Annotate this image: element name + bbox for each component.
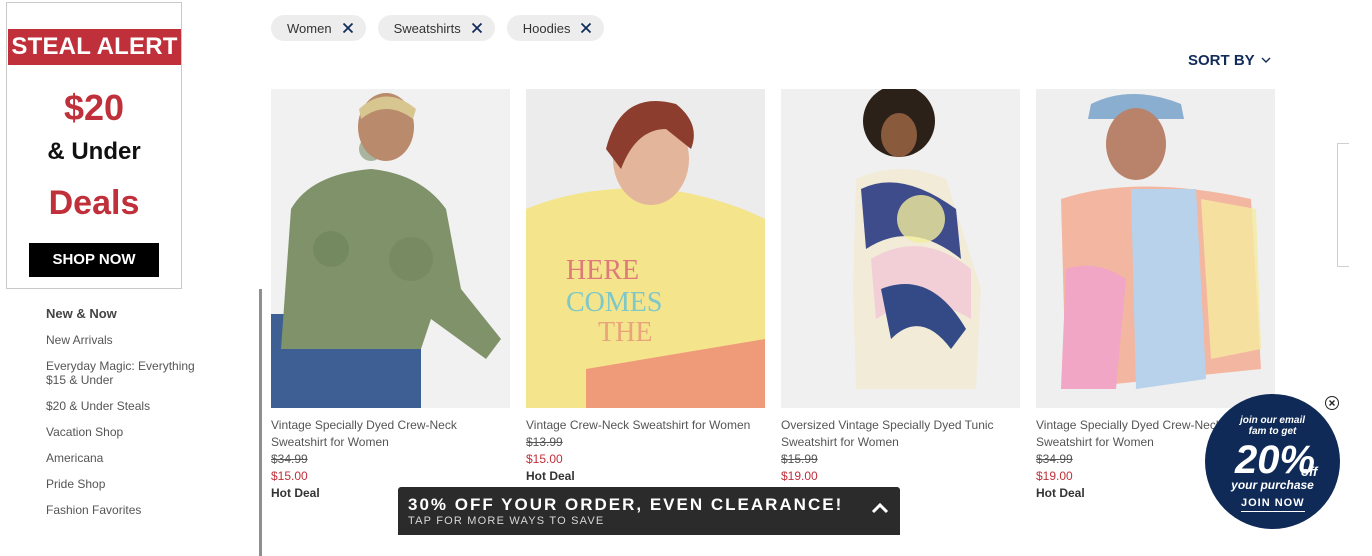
promo-under-text: & Under	[47, 138, 141, 165]
product-sale-price: $19.00	[781, 469, 818, 483]
nav-item-new-arrivals[interactable]: New Arrivals	[46, 333, 246, 347]
nav-item-pride-shop[interactable]: Pride Shop	[46, 477, 246, 491]
shop-now-button[interactable]: SHOP NOW	[29, 243, 159, 277]
product-original-price: $13.99	[526, 435, 563, 449]
product-card[interactable]: Oversized Vintage Specially Dyed Tunic S…	[781, 89, 1020, 485]
promo-deals-text: Deals	[48, 184, 140, 222]
filter-chip-label: Sweatshirts	[393, 20, 461, 36]
email-signup-line2: your purchase	[1231, 478, 1314, 492]
filter-chip-label: Hoodies	[522, 20, 571, 36]
product-sale-price: $15.00	[526, 452, 563, 466]
filter-chip-label: Women	[287, 20, 332, 36]
filter-chips: Women Sweatshirts Hoodies	[271, 15, 605, 41]
svg-text:THE: THE	[598, 317, 652, 348]
chevron-up-icon[interactable]	[870, 501, 890, 515]
side-tab[interactable]	[1337, 143, 1349, 267]
clearance-banner[interactable]: 30% OFF YOUR ORDER, EVEN CLEARANCE! TAP …	[398, 487, 900, 535]
product-original-price: $34.99	[271, 452, 308, 466]
product-sale-price: $15.00	[271, 469, 308, 483]
nav-item-americana[interactable]: Americana	[46, 451, 246, 465]
banner-title: 30% OFF YOUR ORDER, EVEN CLEARANCE!	[408, 495, 844, 514]
product-name[interactable]: Vintage Specially Dyed Crew-Neck Sweatsh…	[271, 417, 510, 451]
product-card[interactable]: Vintage Specially Dyed Crew-Neck Sweatsh…	[271, 89, 510, 502]
promo-card: STEAL ALERT $20 & Under Deals SHOP NOW	[6, 2, 182, 289]
product-image[interactable]	[1036, 89, 1275, 408]
sidebar-scrollbar[interactable]	[259, 289, 262, 556]
promo-banner: STEAL ALERT	[8, 29, 181, 65]
join-now-link[interactable]: JOIN NOW	[1241, 497, 1305, 512]
sort-by-label: SORT BY	[1188, 52, 1255, 69]
close-icon[interactable]	[342, 22, 354, 34]
email-signup-line1: join our email fam to get	[1205, 415, 1340, 437]
nav-item-vacation-shop[interactable]: Vacation Shop	[46, 425, 246, 439]
product-badge: Hot Deal	[526, 469, 575, 483]
sort-by-dropdown[interactable]: SORT BY	[1188, 52, 1271, 69]
product-name[interactable]: Oversized Vintage Specially Dyed Tunic S…	[781, 417, 1020, 451]
nav-heading[interactable]: New & Now	[46, 306, 246, 321]
product-image[interactable]: HERE COMES THE	[526, 89, 765, 408]
product-name[interactable]: Vintage Crew-Neck Sweatshirt for Women	[526, 417, 765, 434]
filter-chip-sweatshirts[interactable]: Sweatshirts	[377, 15, 495, 41]
product-image[interactable]	[781, 89, 1020, 408]
email-signup-line1b: fam to get	[1248, 426, 1297, 437]
banner-subtitle: TAP FOR MORE WAYS TO SAVE	[408, 515, 605, 527]
close-icon[interactable]	[471, 22, 483, 34]
close-icon[interactable]	[580, 22, 592, 34]
filter-chip-hoodies[interactable]: Hoodies	[506, 15, 605, 41]
product-original-price: $15.99	[781, 452, 818, 466]
product-image[interactable]	[271, 89, 510, 408]
nav-item-everyday-magic[interactable]: Everyday Magic: Everything $15 & Under	[46, 359, 196, 387]
email-signup-off: off	[1301, 464, 1318, 479]
promo-price: $20	[63, 87, 125, 128]
nav-item-fashion-favorites[interactable]: Fashion Favorites	[46, 503, 246, 517]
product-card[interactable]: HERE COMES THE Vintage Crew-Neck Sweatsh…	[526, 89, 765, 485]
svg-text:COMES: COMES	[566, 287, 662, 318]
email-signup-badge[interactable]: join our email fam to get 20% off your p…	[1205, 394, 1340, 529]
svg-text:HERE: HERE	[566, 255, 639, 286]
close-icon[interactable]	[1325, 396, 1339, 410]
filter-chip-women[interactable]: Women	[271, 15, 366, 41]
nav-item-20-under-steals[interactable]: $20 & Under Steals	[46, 399, 246, 413]
sidebar-nav: New & Now New Arrivals Everyday Magic: E…	[46, 306, 246, 529]
email-signup-line1a: join our email	[1239, 415, 1305, 426]
chevron-down-icon	[1261, 57, 1271, 63]
